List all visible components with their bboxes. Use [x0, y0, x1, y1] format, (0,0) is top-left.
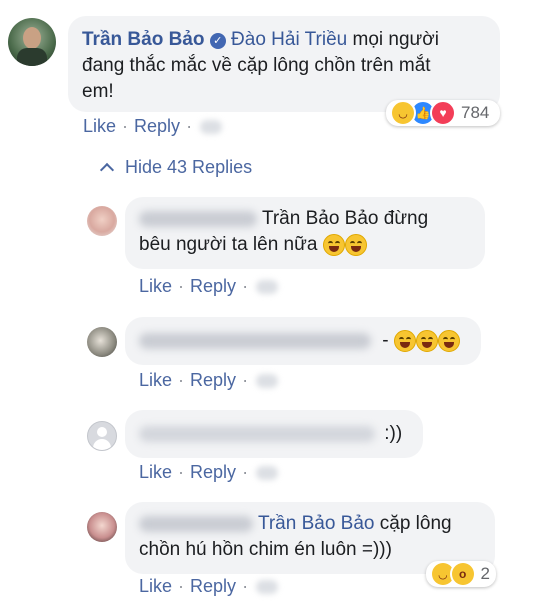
- reply-text-line2: chồn hú hồn chim én luôn =))): [139, 539, 392, 560]
- reaction-count: 784: [461, 103, 490, 122]
- reply-author[interactable]: [139, 210, 257, 227]
- reply-author[interactable]: [139, 332, 371, 349]
- reply-text-line1: :)): [384, 423, 403, 444]
- hide-replies-toggle[interactable]: Hide 43 Replies: [98, 157, 252, 178]
- wow-reaction-icon: o: [449, 561, 476, 587]
- reaction-count: 2: [480, 564, 490, 583]
- reaction-summary[interactable]: ◡ o 2: [426, 561, 496, 587]
- verified-badge-icon: ✓: [209, 33, 226, 49]
- reaction-summary[interactable]: ◡ 👍 ♥ 784: [386, 100, 500, 126]
- timestamp[interactable]: [256, 280, 279, 295]
- reply-bubble: Trần Bảo Bảo đừng bêu người ta lên nữa: [125, 197, 485, 269]
- reply-button[interactable]: Reply: [190, 576, 236, 596]
- tagged-user[interactable]: Đào Hải Triều: [231, 29, 347, 50]
- like-button[interactable]: Like: [83, 116, 116, 136]
- like-button[interactable]: Like: [139, 576, 172, 596]
- timestamp[interactable]: [256, 374, 279, 389]
- comment-actions: Like · Reply ·: [83, 116, 223, 137]
- reply-button[interactable]: Reply: [190, 462, 236, 482]
- laughing-tears-emoji-icon: [393, 329, 416, 352]
- comment-bubble: Trần Bảo Bảo ✓ Đào Hải Triều mọi người đ…: [68, 16, 500, 112]
- reply-bubble: -: [125, 317, 481, 365]
- reply-author[interactable]: [139, 515, 253, 532]
- reply-bubble: :)): [125, 410, 423, 458]
- reply-text-line1: -: [382, 330, 389, 351]
- reply-author[interactable]: [139, 425, 375, 442]
- timestamp[interactable]: [200, 120, 223, 135]
- reply-button[interactable]: Reply: [190, 370, 236, 390]
- reply-actions: Like · Reply ·: [139, 370, 279, 391]
- hide-replies-label: Hide 43 Replies: [125, 157, 253, 177]
- like-button[interactable]: Like: [139, 276, 172, 296]
- avatar[interactable]: [87, 206, 117, 236]
- reply-text-line1: cặp lông: [379, 513, 452, 534]
- reply-actions: Like · Reply ·: [139, 576, 279, 597]
- comment-text-line2: đang thắc mắc về cặp lông chồn trên mắt: [82, 55, 431, 76]
- timestamp[interactable]: [256, 466, 279, 481]
- avatar[interactable]: [8, 18, 56, 66]
- default-avatar-icon[interactable]: [87, 421, 117, 451]
- tagged-user[interactable]: Trần Bảo Bảo: [258, 513, 375, 534]
- timestamp[interactable]: [256, 580, 279, 595]
- comment-text-line1: mọi người: [352, 29, 439, 50]
- rolling-laughing-emoji-icon: [322, 233, 345, 256]
- comment-author[interactable]: Trần Bảo Bảo: [82, 29, 204, 50]
- reply-button[interactable]: Reply: [190, 276, 236, 296]
- like-button[interactable]: Like: [139, 370, 172, 390]
- reply-text-line1: Trần Bảo Bảo đừng: [261, 208, 429, 229]
- rolling-laughing-emoji-icon: [344, 233, 367, 256]
- avatar[interactable]: [87, 512, 117, 542]
- reply-button[interactable]: Reply: [134, 116, 180, 136]
- reply-actions: Like · Reply ·: [139, 462, 279, 483]
- love-reaction-icon: ♥: [430, 100, 456, 126]
- laughing-tears-emoji-icon: [437, 329, 460, 352]
- laughing-tears-emoji-icon: [415, 329, 438, 352]
- avatar[interactable]: [87, 327, 117, 357]
- chevron-up-icon: [99, 162, 115, 178]
- reply-actions: Like · Reply ·: [139, 276, 279, 297]
- like-button[interactable]: Like: [139, 462, 172, 482]
- reply-text-line2: bêu người ta lên nữa: [139, 234, 318, 255]
- haha-reaction-icon: ◡: [390, 100, 416, 126]
